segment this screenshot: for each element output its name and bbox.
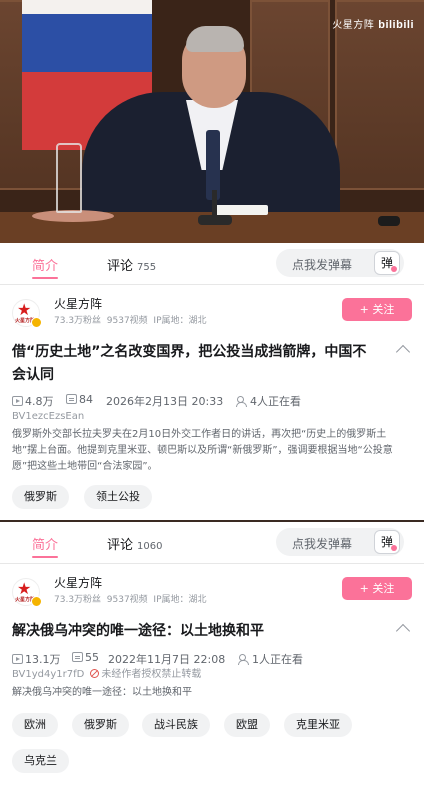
danmaku-input[interactable]: 点我发弹幕 弹 <box>276 249 404 277</box>
tag-chip[interactable]: 欧盟 <box>224 713 270 737</box>
bilibili-logo: bilibili <box>378 19 414 31</box>
danmaku-count: 55 <box>85 651 99 664</box>
video-watermark: 火星方阵 bilibili <box>332 16 414 31</box>
publish-date: 2026年2月13日 20:33 <box>106 395 224 408</box>
fans-count: 73.3万粉丝 <box>54 595 102 605</box>
tab-bar: 简介 评论 755 点我发弹幕 弹 <box>0 243 424 285</box>
danmaku-placeholder: 点我发弹幕 <box>292 258 353 272</box>
tag-chip[interactable]: 乌克兰 <box>12 749 69 773</box>
watching-stat: 1人正在看 <box>238 651 303 667</box>
tab-comments-label: 评论 <box>107 259 134 274</box>
papers <box>212 205 268 215</box>
video-description: 俄罗斯外交部长拉夫罗夫在2月10日外交工作者日的讲话，再次把“历史上的俄罗斯土地… <box>12 429 393 472</box>
title-row: 解决俄乌冲突的唯一途径：以土地换和平 <box>0 620 424 643</box>
tag-chip[interactable]: 俄罗斯 <box>12 485 69 509</box>
follow-button[interactable]: + 关注 <box>342 298 412 321</box>
tab-comments-label: 评论 <box>107 538 134 553</box>
video-count: 9537视频 <box>106 595 148 605</box>
watching-count: 1人正在看 <box>252 653 303 666</box>
ip-location: IP属地：湖北 <box>153 316 207 326</box>
tab-intro[interactable]: 简介 <box>32 534 58 553</box>
tag-chip[interactable]: 战斗民族 <box>142 713 210 737</box>
tag-chip[interactable]: 欧洲 <box>12 713 58 737</box>
uploader-row: ★ 火星方阵 火星方阵 73.3万粉丝 9537视频 IP属地：湖北 + 关注 <box>0 285 424 329</box>
uploader-name[interactable]: 火星方阵 <box>54 574 102 591</box>
verified-badge-icon <box>31 596 42 607</box>
no-reprint-text: 未经作者授权禁止转载 <box>101 669 202 680</box>
uploader-name[interactable]: 火星方阵 <box>54 295 102 312</box>
tag-chip[interactable]: 俄罗斯 <box>72 713 129 737</box>
uploader-meta: 73.3万粉丝 9537视频 IP属地：湖北 <box>54 313 207 326</box>
people-icon <box>236 396 248 407</box>
verified-badge-icon <box>31 317 42 328</box>
play-count-icon <box>12 396 23 406</box>
tab-active-indicator <box>32 277 58 279</box>
bvid[interactable]: BV1ezcEzsEan <box>0 409 424 425</box>
desk-device <box>378 216 400 226</box>
speaker-hair <box>186 26 244 52</box>
danmaku-input[interactable]: 点我发弹幕 弹 <box>276 528 404 556</box>
ip-location: IP属地：湖北 <box>153 595 207 605</box>
uploader-meta: 73.3万粉丝 9537视频 IP属地：湖北 <box>54 592 207 605</box>
publish-date: 2022年11月7日 22:08 <box>108 653 226 666</box>
tab-comments[interactable]: 评论 1060 <box>107 534 162 553</box>
prohibited-icon <box>90 669 100 678</box>
no-reprint-notice: 未经作者授权禁止转载 <box>90 669 201 680</box>
danmaku-count-icon <box>72 652 83 662</box>
tag-list: 俄罗斯 领土公投 <box>0 485 424 515</box>
follow-button[interactable]: + 关注 <box>342 577 412 600</box>
danmaku-stat: 55 <box>72 651 99 664</box>
danmaku-count: 84 <box>79 393 93 406</box>
tab-bar: 简介 评论 1060 点我发弹幕 弹 <box>0 522 424 564</box>
avatar[interactable]: ★ 火星方阵 <box>12 299 42 328</box>
wine-glass <box>56 143 82 213</box>
danmaku-count-icon <box>66 394 77 404</box>
tab-comments[interactable]: 评论 755 <box>107 255 156 274</box>
danmaku-toggle-icon[interactable]: 弹 <box>374 530 400 554</box>
watermark-text: 火星方阵 <box>332 20 375 31</box>
avatar[interactable]: ★ 火星方阵 <box>12 578 42 607</box>
play-count-icon <box>12 654 23 664</box>
video-info-card-2: 简介 评论 1060 点我发弹幕 弹 ★ 火星方阵 火星方阵 73.3万粉丝 95… <box>0 522 424 800</box>
view-stat: 4.8万 <box>12 393 54 409</box>
title-row: 借“历史土地”之名改变国界，把公投当成挡箭牌，中国不会认同 <box>0 341 424 387</box>
tag-list: 欧洲 俄罗斯 战斗民族 欧盟 克里米亚 乌克兰 <box>0 713 424 785</box>
comment-count: 755 <box>137 262 157 273</box>
stats-row: 13.1万 55 2022年11月7日 22:08 1人正在看 <box>0 649 424 667</box>
uploader-row: ★ 火星方阵 火星方阵 73.3万粉丝 9537视频 IP属地：湖北 + 关注 <box>0 564 424 608</box>
view-count: 4.8万 <box>25 395 54 408</box>
danmaku-toggle-icon[interactable]: 弹 <box>374 251 400 275</box>
video-description: 解决俄乌冲突的唯一途径：以土地换和平 <box>12 687 192 698</box>
watching-count: 4人正在看 <box>250 395 301 408</box>
people-icon <box>238 654 250 665</box>
video-title: 解决俄乌冲突的唯一途径：以土地换和平 <box>12 623 264 639</box>
tab-intro[interactable]: 简介 <box>32 255 58 274</box>
fans-count: 73.3万粉丝 <box>54 316 102 326</box>
bvid[interactable]: BV1yd4y1r7fD <box>12 669 84 680</box>
danmaku-placeholder: 点我发弹幕 <box>292 537 353 551</box>
video-count: 9537视频 <box>106 316 148 326</box>
video-info-card-1: 简介 评论 755 点我发弹幕 弹 ★ 火星方阵 火星方阵 73.3万粉丝 953… <box>0 243 424 520</box>
view-count: 13.1万 <box>25 653 61 666</box>
video-title: 借“历史土地”之名改变国界，把公投当成挡箭牌，中国不会认同 <box>12 344 367 383</box>
video-player[interactable]: 火星方阵 bilibili <box>0 0 424 243</box>
tag-chip[interactable]: 领土公投 <box>84 485 152 509</box>
comment-count: 1060 <box>137 541 163 552</box>
microphone-base <box>198 215 232 225</box>
tag-chip[interactable]: 克里米亚 <box>284 713 352 737</box>
watching-stat: 4人正在看 <box>236 393 301 409</box>
view-stat: 13.1万 <box>12 651 61 667</box>
bvid-row: BV1yd4y1r7fD 未经作者授权禁止转载 <box>0 667 424 683</box>
tab-active-indicator <box>32 556 58 558</box>
danmaku-stat: 84 <box>66 393 93 406</box>
stats-row: 4.8万 84 2026年2月13日 20:33 4人正在看 <box>0 391 424 409</box>
